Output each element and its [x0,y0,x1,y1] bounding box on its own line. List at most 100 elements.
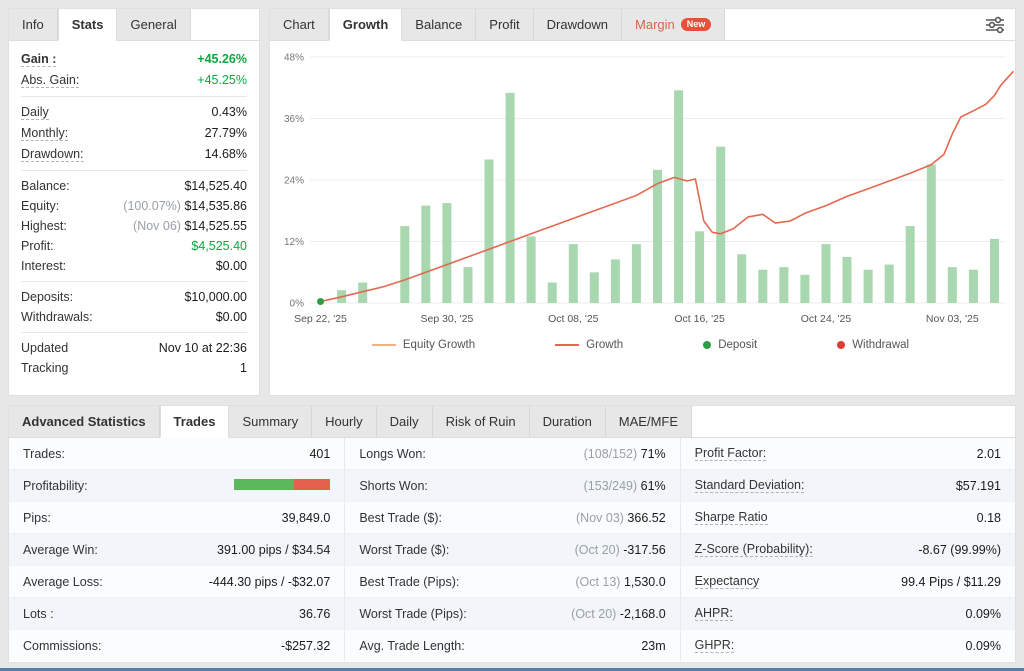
stat-label[interactable]: Monthly: [21,126,68,141]
chart-filter-button[interactable] [975,10,1015,40]
stat-value: $10,000.00 [184,290,247,304]
tab-daily[interactable]: Daily [377,406,433,437]
stat-label[interactable]: Standard Deviation: [695,478,805,493]
tab-label: Profit [489,17,519,32]
stat-label: Longs Won: [359,447,425,461]
stat-label[interactable]: Daily [21,105,49,120]
chart-body: 0%12%24%36%48%Sep 22, '25Sep 30, '25Oct … [270,41,1015,395]
legend-item-growth[interactable]: Growth [555,339,623,351]
tab-drawdown[interactable]: Drawdown [534,9,622,40]
svg-text:Sep 22, '25: Sep 22, '25 [294,313,347,325]
stat-cell-avg-trade-length: Avg. Trade Length:23m [344,630,679,661]
stat-value: $0.00 [216,310,247,324]
tab-growth[interactable]: Growth [329,9,403,41]
svg-text:48%: 48% [284,53,304,64]
tab-label: Info [22,17,44,32]
stat-value: 1 [240,361,247,375]
tab-info[interactable]: Info [9,9,58,40]
trade-statistics-panel: Advanced Statistics Trades SummaryHourly Da… [8,405,1016,663]
stat-label[interactable]: GHPR: [695,638,735,653]
account-stats-panel: Info StatsGeneral Gain : +45.26% Abs. Gain:… [8,8,260,396]
equity-growth-swatch-icon [372,344,396,346]
stat-value: 23m [641,639,665,653]
stat-label[interactable]: AHPR: [695,606,733,621]
tab-label: Daily [390,414,419,429]
tab-margin[interactable]: MarginNew [622,9,725,40]
tab-stats[interactable]: Stats [58,9,118,41]
legend-item-withdrawal[interactable]: Withdrawal [837,339,909,351]
stat-value: 0.09% [966,607,1001,621]
svg-text:Oct 08, '25: Oct 08, '25 [548,313,599,325]
tab-risk-of-ruin[interactable]: Risk of Ruin [433,406,530,437]
svg-text:Oct 24, '25: Oct 24, '25 [801,313,852,325]
legend-item-equity-growth[interactable]: Equity Growth [372,339,475,351]
stat-cell-pips: Pips:39,849.0 [9,502,344,533]
stat-label: Shorts Won: [359,479,428,493]
stat-row-tracking: Tracking1 [21,358,247,378]
tab-duration[interactable]: Duration [530,406,606,437]
stat-label: Profitability: [23,479,88,493]
stat-label: Worst Trade (Pips): [359,607,466,621]
stat-cell-average-loss: Average Loss: -444.30 pips / -$32.07 [9,566,344,597]
stats-panel-tabs-row: Info StatsGeneral [9,9,259,41]
statistics-table: Trades:401Longs Won:(108/152) 71%Profit … [9,438,1015,662]
tab-label: Growth [343,17,389,32]
stat-label[interactable]: Profit Factor: [695,446,767,461]
tab-label: Advanced Statistics [22,414,146,429]
stat-label[interactable]: Gain : [21,52,56,67]
stat-row-balance: Balance:$14,525.40 [21,176,247,196]
tab-label: Trades [174,414,216,429]
stat-cell-best-trade: Best Trade ($):(Nov 03) 366.52 [344,502,679,533]
stat-label[interactable]: Expectancy [695,574,760,589]
growth-chart[interactable]: 0%12%24%36%48%Sep 22, '25Sep 30, '25Oct … [272,45,1017,329]
stat-value: -444.30 pips / -$32.07 [209,575,331,589]
stat-cell-standard-deviation: Standard Deviation:$57.191 [680,470,1015,501]
stat-row-drawdown: Drawdown: 14.68% [21,144,247,165]
stat-value: 0.09% [966,639,1001,653]
tab-profit[interactable]: Profit [476,9,533,40]
legend-item-deposit[interactable]: Deposit [703,339,757,351]
stat-value: +45.26% [197,52,247,66]
statistics-row: Commissions:-$257.32Avg. Trade Length:23… [9,629,1015,661]
stat-row-abs-gain: Abs. Gain: +45.25% [21,70,247,91]
tab-advanced-statistics[interactable]: Advanced Statistics [9,406,160,437]
stat-value: +45.25% [197,73,247,87]
stat-row-interest: Interest:$0.00 [21,256,247,276]
tab-chart[interactable]: Chart [270,9,329,40]
svg-text:24%: 24% [284,176,304,187]
stat-value: 27.79% [205,126,247,140]
stat-value: (153/249) 61% [584,479,666,493]
filter-sliders-icon [985,16,1005,34]
stat-row-highest: Highest:(Nov 06) $14,525.55 [21,216,247,236]
legend-label: Withdrawal [852,339,909,351]
stat-cell-average-win: Average Win:391.00 pips / $34.54 [9,534,344,565]
stat-value: 0.43% [212,105,247,119]
statistics-row: Lots :36.76Worst Trade (Pips):(Oct 20) -… [9,597,1015,629]
stat-cell-shorts-won: Shorts Won: (153/249) 61% [344,470,679,501]
tab-hourly[interactable]: Hourly [312,406,377,437]
tab-trades[interactable]: Trades [160,406,230,438]
tab-general[interactable]: General [117,9,190,40]
stat-label: Withdrawals: [21,310,93,324]
divider [21,96,247,97]
stat-label: Trades: [23,447,65,461]
stat-label[interactable]: Sharpe Ratio [695,510,768,525]
stat-label: Average Loss: [23,575,103,589]
stat-row-daily: Daily 0.43% [21,102,247,123]
stat-value: (Oct 20) -317.56 [575,543,666,557]
growth-swatch-icon [555,344,579,346]
tab-label: Risk of Ruin [446,414,516,429]
stat-value: 14.68% [205,147,247,161]
stat-cell-trades: Trades:401 [9,438,344,469]
tab-balance[interactable]: Balance [402,9,476,40]
stat-label[interactable]: Z-Score (Probability): [695,542,813,557]
stat-row-monthly: Monthly: 27.79% [21,123,247,144]
stat-value: -$257.32 [281,639,330,653]
legend-label: Growth [586,339,623,351]
stat-label[interactable]: Abs. Gain: [21,73,79,88]
tab-mae-mfe[interactable]: MAE/MFE [606,406,692,437]
tab-summary[interactable]: Summary [229,406,312,437]
stat-cell-expectancy: Expectancy99.4 Pips / $11.29 [680,566,1015,597]
stat-label[interactable]: Drawdown: [21,147,84,162]
stat-label: Deposits: [21,290,73,304]
